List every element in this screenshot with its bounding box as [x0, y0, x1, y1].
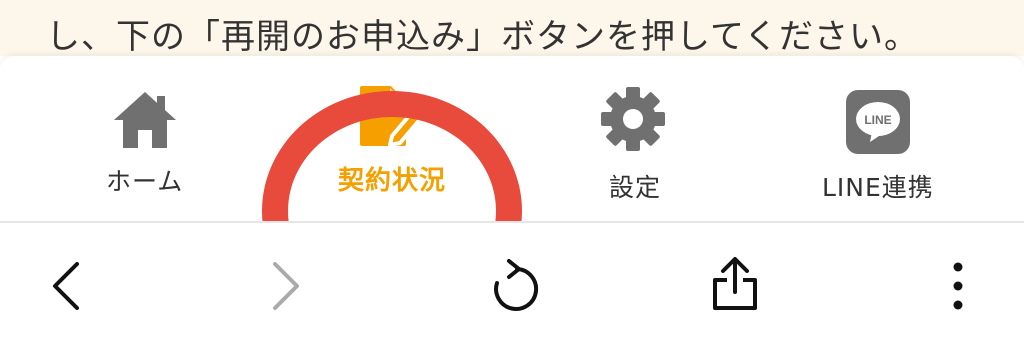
forward-icon: [273, 262, 299, 310]
tab-contract-status-label: 契約状況: [338, 166, 447, 196]
line-icon: LINE: [846, 90, 910, 154]
more-button[interactable]: [930, 253, 986, 319]
tab-contract-status[interactable]: 契約状況: [320, 56, 460, 222]
back-icon: [53, 262, 79, 310]
more-icon: [953, 262, 963, 310]
gear-icon: [601, 87, 665, 151]
tab-home[interactable]: ホーム: [80, 56, 210, 222]
share-icon: [713, 257, 757, 310]
home-icon: [114, 92, 176, 148]
tab-line-link-label: LINE連携: [822, 173, 934, 202]
tab-line-link[interactable]: LINE LINE連携: [810, 56, 950, 222]
tab-home-label: ホーム: [106, 167, 184, 196]
tab-settings[interactable]: 設定: [570, 56, 700, 222]
back-button[interactable]: [38, 253, 94, 319]
notice-text: し、下の「再開のお申込み」ボタンを押してください。: [46, 17, 919, 56]
contract-document-icon: [360, 86, 424, 147]
svg-text:LINE: LINE: [864, 113, 891, 127]
forward-button[interactable]: [258, 253, 314, 319]
tab-settings-label: 設定: [609, 173, 662, 202]
reload-button[interactable]: [480, 253, 546, 319]
share-button[interactable]: [702, 251, 768, 317]
browser-toolbar: [0, 223, 1024, 353]
reload-icon: [494, 259, 539, 311]
screen: し、下の「再開のお申込み」ボタンを押してください。 ホーム 契約状況 設定 LI…: [0, 0, 1024, 353]
notice-banner: し、下の「再開のお申込み」ボタンを押してください。: [0, 0, 1024, 56]
tab-bar: ホーム 契約状況 設定 LINE LINE連携: [0, 56, 1024, 331]
